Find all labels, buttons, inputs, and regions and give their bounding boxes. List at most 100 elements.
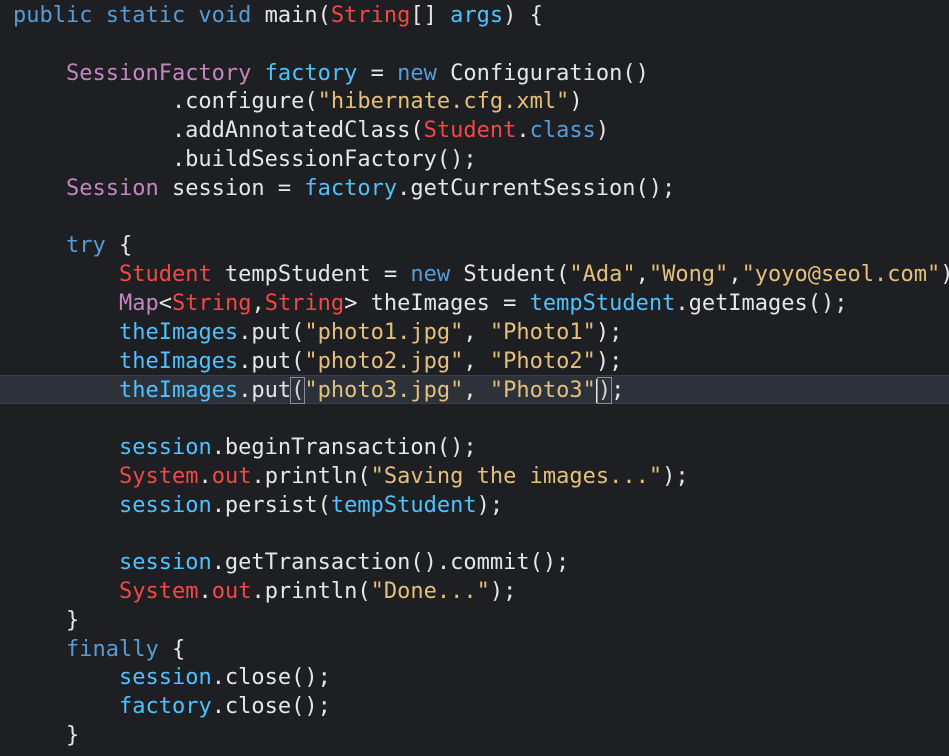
code-line[interactable]: .addAnnotatedClass(Student.class) [0,116,949,145]
code-token: session [118,550,212,576]
code-token: Student [118,262,212,288]
code-token: , [251,291,265,316]
code-line[interactable]: theImages.put("photo1.jpg", "Photo1"); [0,318,949,347]
code-line[interactable]: } [0,721,949,750]
code-token: theImages [118,378,239,404]
code-token: } [13,723,80,748]
code-line[interactable]: try { [0,231,949,260]
code-token: , [635,262,649,288]
code-token: ) { [503,3,543,28]
code-line[interactable]: Session session = factory.getCurrentSess… [0,174,949,203]
code-token: ); [595,348,623,374]
code-line[interactable]: session.close(); [0,663,949,692]
code-token: Session [65,175,159,201]
code-token: .buildSessionFactory(); [13,147,477,172]
code-token: , [463,319,490,345]
code-token: "Done..." [370,579,490,604]
code-token: tempStudent [529,291,676,316]
code-token: String [330,3,411,28]
code-token: ); [595,319,623,345]
code-token: Configuration() [436,60,649,86]
code-line[interactable]: session.beginTransaction(); [0,433,949,462]
code-token: System [118,579,199,604]
code-token: { [158,636,186,662]
code-token: . [198,463,212,489]
code-token: , [463,348,490,374]
code-line[interactable]: public static void main(String[] args) { [0,1,949,30]
code-token: ) [595,118,610,144]
code-token: Map [118,291,159,316]
code-token: .addAnnotatedClass( [13,118,424,144]
code-line[interactable]: session.getTransaction().commit(); [0,548,949,577]
code-token: ); [940,262,949,287]
code-line[interactable]: Student tempStudent = new Student("Ada",… [0,260,949,289]
code-token: .beginTransaction(); [211,435,477,460]
code-token: ); [489,579,517,604]
code-token: .println( [251,579,371,604]
code-token: public static void [13,3,265,28]
code-editor[interactable]: public static void main(String[] args) {… [0,0,949,756]
code-token: finally [65,636,159,662]
code-token: "Photo3" [489,378,596,404]
code-token: .getImages(); [675,291,848,316]
code-token: System [118,463,199,489]
code-token: "yoyo@seol.com" [741,262,941,288]
code-line[interactable]: System.out.println("Saving the images...… [0,462,949,491]
code-token: .getCurrentSession(); [397,175,676,201]
code-line[interactable]: .buildSessionFactory(); [0,145,949,174]
code-token: "Photo2" [489,348,596,374]
code-line[interactable]: .configure("hibernate.cfg.xml") [0,87,949,116]
code-line[interactable] [0,519,949,548]
code-line[interactable]: Map<String,String> theImages = tempStude… [0,289,949,318]
code-token: .put [238,378,292,404]
code-line[interactable]: finally { [0,635,949,664]
code-token: .close(); [211,694,331,720]
code-token: theImages [118,348,239,374]
code-line[interactable]: } [0,606,949,635]
code-token: < [158,291,172,316]
code-token: "photo1.jpg" [304,319,464,345]
code-token: String [264,291,345,316]
code-token: factory [118,694,212,720]
code-token: class [529,118,596,144]
code-line[interactable]: session.persist(tempStudent); [0,491,949,520]
code-token: try [65,233,106,259]
code-token: Student( [450,262,570,288]
code-token: "hibernate.cfg.xml" [317,89,570,115]
code-token: session [118,665,212,691]
code-token: > theImages = [344,291,530,316]
code-token: new [410,262,451,288]
code-token: session [118,492,212,518]
current-code-line[interactable]: theImages.put("photo3.jpg", "Photo3"); [0,375,949,405]
code-token: "Ada" [569,262,636,288]
code-line[interactable]: theImages.put("photo2.jpg", "Photo2"); [0,347,949,376]
code-line[interactable]: SessionFactory factory = new Configurati… [0,59,949,88]
code-token: ( [290,377,306,405]
code-line[interactable] [0,404,949,433]
code-line[interactable] [0,203,949,232]
code-token: out [211,579,252,604]
code-token: .persist( [211,492,331,518]
code-token: .put( [238,348,305,374]
code-token: theImages [118,319,239,345]
code-token: ); [476,492,504,518]
code-line[interactable]: System.out.println("Done..."); [0,577,949,606]
code-line[interactable]: factory.close(); [0,692,949,721]
code-line[interactable] [0,30,949,59]
code-token: , [463,378,490,404]
code-token: factory [264,60,358,86]
code-token: "Photo1" [489,319,596,345]
code-token: SessionFactory [65,60,252,86]
